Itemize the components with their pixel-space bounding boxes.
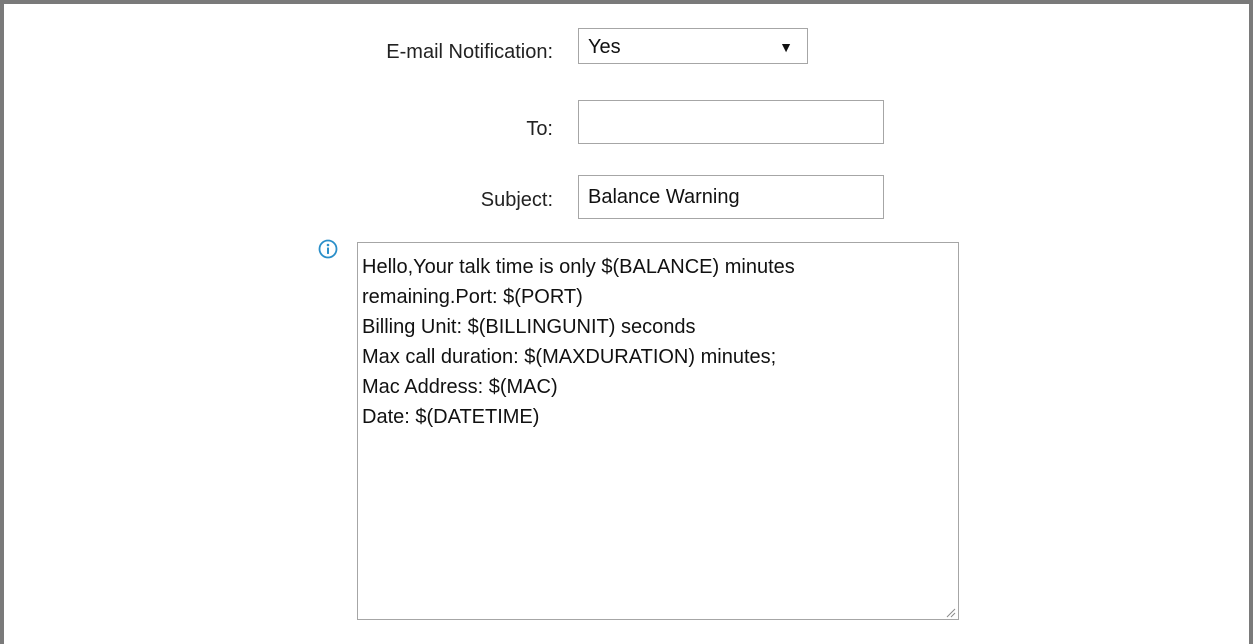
message-line: Mac Address: $(MAC) xyxy=(362,376,558,398)
email-settings-panel: E-mail Notification: Yes ▼ To: Subject: … xyxy=(0,0,1253,644)
message-body-text: Hello,Your talk time is only $(BALANCE) … xyxy=(362,252,795,432)
resize-grip-graphic xyxy=(946,608,956,618)
message-line: Date: $(DATETIME) xyxy=(362,406,540,428)
subject-field[interactable] xyxy=(578,175,884,219)
to-label: To: xyxy=(526,118,553,140)
email-notification-label: E-mail Notification: xyxy=(386,41,553,63)
message-body-textarea[interactable]: Hello,Your talk time is only $(BALANCE) … xyxy=(357,242,959,620)
info-icon[interactable] xyxy=(318,239,338,259)
message-line: Billing Unit: $(BILLINGUNIT) seconds xyxy=(362,316,696,338)
email-notification-selected-value: Yes xyxy=(588,36,621,58)
message-line: remaining.Port: $(PORT) xyxy=(362,286,583,308)
to-field[interactable] xyxy=(578,100,884,144)
message-line: Hello,Your talk time is only $(BALANCE) … xyxy=(362,256,795,278)
resize-grip-icon[interactable] xyxy=(944,605,956,618)
email-notification-select[interactable]: Yes ▼ xyxy=(578,28,808,64)
chevron-down-icon: ▼ xyxy=(779,39,793,55)
subject-label: Subject: xyxy=(480,189,553,211)
info-icon-graphic xyxy=(318,239,338,259)
message-line: Max call duration: $(MAXDURATION) minute… xyxy=(362,346,777,368)
